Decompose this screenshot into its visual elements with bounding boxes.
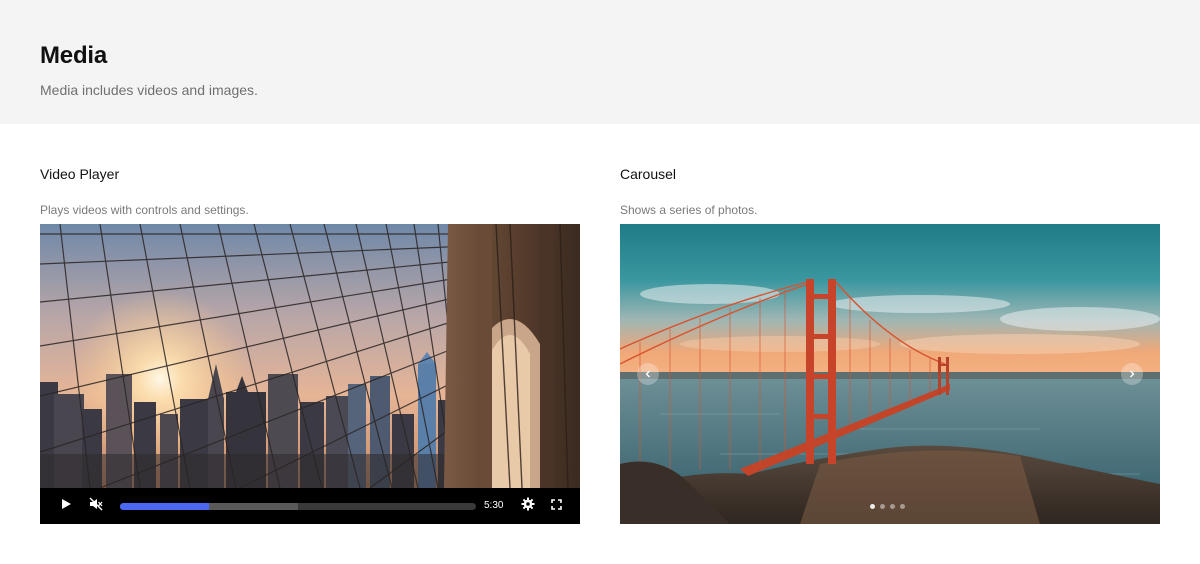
carousel-section: Carousel Shows a series of photos. xyxy=(620,166,1160,524)
page-subtitle: Media includes videos and images. xyxy=(40,82,258,98)
time-label: 5:30 xyxy=(484,500,504,511)
progress-played xyxy=(120,503,209,510)
carousel-slide-image[interactable] xyxy=(620,224,1160,524)
mute-button[interactable] xyxy=(84,488,108,524)
carousel-dot[interactable] xyxy=(870,504,875,509)
carousel-dot[interactable] xyxy=(900,504,905,509)
carousel[interactable] xyxy=(620,224,1160,524)
carousel-dot[interactable] xyxy=(880,504,885,509)
section-description-video-player: Plays videos with controls and settings. xyxy=(40,203,249,217)
video-controls-bar: 5:30 xyxy=(40,488,580,524)
muted-speaker-icon xyxy=(89,497,103,516)
fullscreen-button[interactable] xyxy=(546,488,566,524)
carousel-indicators xyxy=(870,504,905,509)
carousel-dot[interactable] xyxy=(890,504,895,509)
play-icon xyxy=(60,497,72,515)
settings-button[interactable] xyxy=(518,488,538,524)
page-title: Media xyxy=(40,42,108,69)
page-header: Media Media includes videos and images. xyxy=(0,0,1200,124)
carousel-next-button[interactable] xyxy=(1121,363,1143,385)
fullscreen-icon xyxy=(550,497,562,515)
video-frame-image[interactable] xyxy=(40,224,580,488)
chevron-right-icon xyxy=(1128,365,1136,383)
section-title-video-player: Video Player xyxy=(40,166,120,182)
progress-bar[interactable] xyxy=(120,503,476,510)
section-description-carousel: Shows a series of photos. xyxy=(620,203,758,217)
chevron-left-icon xyxy=(644,365,652,383)
play-button[interactable] xyxy=(54,488,78,524)
gear-icon xyxy=(521,497,535,516)
video-player[interactable]: 5:30 xyxy=(40,224,580,524)
section-title-carousel: Carousel xyxy=(620,166,677,182)
video-player-section: Video Player Plays videos with controls … xyxy=(40,166,580,524)
carousel-prev-button[interactable] xyxy=(637,363,659,385)
